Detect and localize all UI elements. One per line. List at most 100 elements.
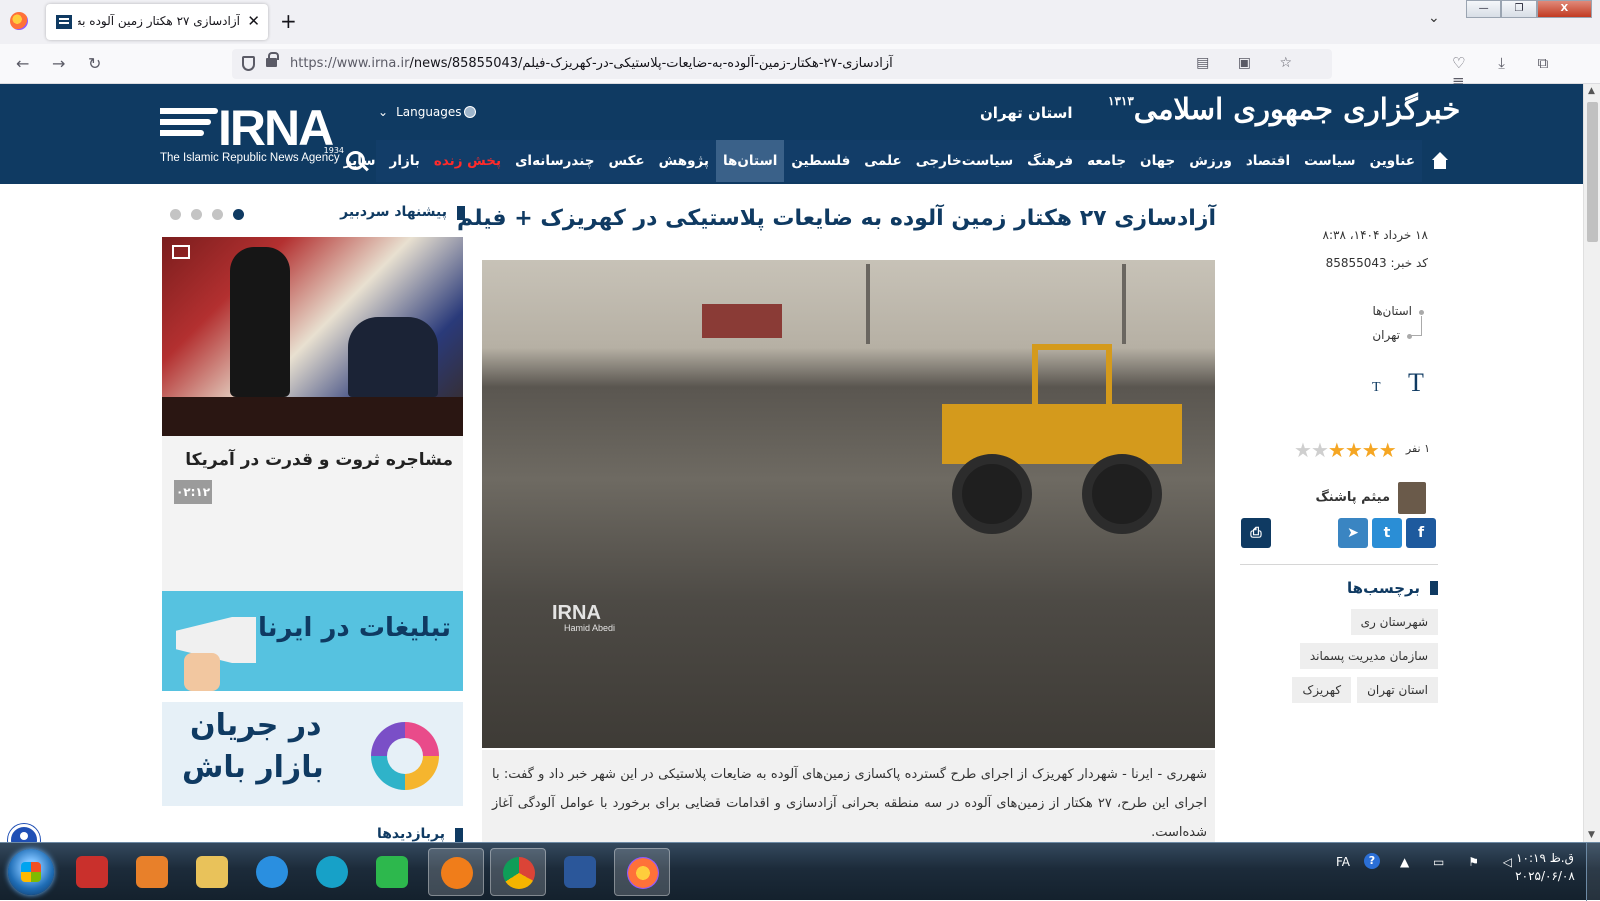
url-host: https://www.irna.ir (290, 56, 410, 71)
editor-pick-caption[interactable]: مشاجره ثروت و قدرت در آمریکا (185, 450, 453, 470)
menu-item-15[interactable]: بازار (383, 140, 427, 182)
carousel-dot[interactable] (212, 209, 223, 220)
help-icon[interactable]: ? (1364, 853, 1380, 869)
input-language[interactable]: FA (1336, 855, 1350, 869)
word-icon[interactable] (552, 848, 608, 896)
editor-pick-image[interactable] (162, 237, 463, 436)
menu-item-12[interactable]: عکس (601, 140, 651, 182)
star-filled-icon[interactable]: ★ (1328, 438, 1346, 462)
maximize-button[interactable]: ❐ (1501, 0, 1537, 18)
menu-item-3[interactable]: ورزش (1182, 140, 1239, 182)
close-window-button[interactable]: X (1536, 0, 1592, 18)
author[interactable]: میثم پاشنگ (1315, 482, 1426, 516)
list-all-tabs-chevron-icon[interactable]: ⌄ (1428, 10, 1440, 26)
edge-icon[interactable] (304, 848, 360, 896)
menu-item-6[interactable]: فرهنگ (1020, 140, 1080, 182)
pdf-app-icon[interactable] (64, 848, 120, 896)
province-label[interactable]: استان تهران (980, 104, 1072, 122)
menu-item-8[interactable]: علمی (857, 140, 908, 182)
menu-item-5[interactable]: جامعه (1080, 140, 1133, 182)
media-player-icon[interactable] (124, 848, 180, 896)
tray-icons[interactable]: ▲ ▭ ⚑ ◁ (1400, 855, 1522, 869)
menu-item-14[interactable]: پخش زنده (427, 140, 508, 182)
menu-item-13[interactable]: چندرسانه‌ای (508, 140, 601, 182)
internet-explorer-icon[interactable] (244, 848, 300, 896)
font-increase-button[interactable]: T (1408, 368, 1424, 398)
security-app-icon[interactable] (364, 848, 420, 896)
tag-item[interactable]: سازمان مدیریت پسماند (1299, 643, 1438, 669)
logo-stripes-icon (160, 108, 218, 148)
site-name[interactable]: خبرگزاری جمهوری اسلامی۱۳۱۳ (1108, 92, 1460, 126)
menu-item-0[interactable]: عناوین (1363, 140, 1422, 182)
carousel-dot[interactable] (170, 209, 181, 220)
article-photo[interactable]: IRNA Hamid Abedi (482, 260, 1215, 748)
file-explorer-icon[interactable] (184, 848, 240, 896)
minimize-button[interactable]: — (1466, 0, 1502, 18)
scroll-up-arrow-icon[interactable]: ▲ (1588, 86, 1595, 96)
photo-building (702, 304, 782, 338)
menu-item-10[interactable]: استان‌ها (715, 140, 785, 182)
show-desktop-button[interactable] (1586, 843, 1600, 901)
page-viewport: IRNA 1934 The Islamic Republic News Agen… (0, 84, 1583, 842)
editor-pick-card[interactable]: مشاجره ثروت و قدرت در آمریکا ۰۲:۱۲ (162, 436, 463, 606)
site-year: ۱۳۱۳ (1108, 94, 1134, 108)
browser-tab-active[interactable]: آزادسازی ۲۷ هکتار زمین آلوده به ضایعات ✕ (46, 4, 268, 40)
scroll-down-arrow-icon[interactable]: ▼ (1588, 830, 1595, 840)
menu-item-9[interactable]: فلسطین (784, 140, 857, 182)
window-controls: — ❐ X (1466, 0, 1592, 20)
photo-pole (866, 264, 870, 344)
back-arrow-icon[interactable]: ← (16, 54, 29, 73)
scrollbar-thumb[interactable] (1587, 102, 1598, 242)
star-filled-icon[interactable]: ★ (1362, 438, 1380, 462)
twitter-share-icon[interactable]: t (1372, 518, 1402, 548)
star-empty-icon[interactable]: ★ (1294, 438, 1312, 462)
accessibility-icon[interactable] (8, 824, 40, 842)
star-empty-icon[interactable]: ★ (1311, 438, 1329, 462)
advertise-banner[interactable]: تبلیغات در ایرنا (162, 591, 463, 691)
firefox-icon[interactable] (10, 12, 28, 30)
star-filled-icon[interactable]: ★ (1345, 438, 1363, 462)
reload-icon[interactable]: ↻ (88, 54, 101, 73)
new-tab-button[interactable]: + (280, 9, 297, 33)
menu-item-1[interactable]: سیاست (1297, 140, 1362, 182)
tracking-protection-shield-icon[interactable] (242, 56, 255, 71)
tag-item[interactable]: شهرستان ری (1350, 609, 1438, 635)
menu-item-2[interactable]: اقتصاد (1239, 140, 1297, 182)
breadcrumb-tehran[interactable]: تهران (1334, 328, 1424, 342)
firefox-taskbar-icon[interactable] (614, 848, 670, 896)
tag-item[interactable]: کهریزک (1292, 677, 1352, 703)
forward-arrow-icon[interactable]: → (52, 54, 65, 73)
irna-logo[interactable]: IRNA 1934 The Islamic Republic News Agen… (160, 102, 346, 166)
browser-tab-bar: آزادسازی ۲۷ هکتار زمین آلوده به ضایعات ✕… (0, 0, 1600, 44)
lock-icon[interactable] (266, 52, 279, 67)
carousel-dot-active[interactable] (233, 209, 244, 220)
carousel-dots (170, 209, 244, 220)
ad2-line1: در جریان (190, 708, 322, 743)
address-bar[interactable]: https://www.irna.ir/news/85855043/آزادسا… (232, 49, 1332, 79)
url-text[interactable]: https://www.irna.ir/news/85855043/آزادسا… (290, 56, 893, 71)
telegram-share-icon[interactable]: ➤ (1338, 518, 1368, 548)
clock[interactable]: ق.ظ ۱۰:۱۹ ۲۰۲۵/۰۶/۰۸ (1508, 849, 1582, 885)
languages-dropdown[interactable]: ⌄ Languages (378, 105, 476, 119)
menu-item-11[interactable]: پژوهش (652, 140, 716, 182)
start-button[interactable] (8, 849, 54, 895)
tag-item[interactable]: استان تهران (1357, 677, 1438, 703)
vertical-scrollbar[interactable]: ▲ ▼ (1583, 84, 1600, 842)
messenger-app-icon[interactable] (428, 848, 484, 896)
tab-close-button[interactable]: ✕ (247, 12, 260, 30)
star-rating[interactable]: ★★★★★★ (1294, 438, 1397, 462)
font-decrease-button[interactable]: T (1372, 380, 1381, 396)
menu-item-4[interactable]: جهان (1133, 140, 1182, 182)
url-bar-action-icons[interactable]: ▤ ▣ ☆ (1196, 55, 1304, 71)
print-icon[interactable]: ⎙ (1241, 518, 1271, 548)
breadcrumb-provinces[interactable]: استان‌ها (1334, 304, 1424, 318)
facebook-share-icon[interactable]: f (1406, 518, 1436, 548)
market-banner[interactable]: در جریان بازار باش (162, 702, 463, 806)
carousel-dot[interactable] (191, 209, 202, 220)
chrome-icon[interactable] (490, 848, 546, 896)
menu-item-7[interactable]: سیاست‌خارجی (909, 140, 1020, 182)
star-filled-icon[interactable]: ★ (1379, 438, 1397, 462)
photo-credit: Hamid Abedi (564, 623, 616, 633)
languages-label: Languages (396, 105, 462, 119)
site-header: IRNA 1934 The Islamic Republic News Agen… (0, 84, 1583, 184)
